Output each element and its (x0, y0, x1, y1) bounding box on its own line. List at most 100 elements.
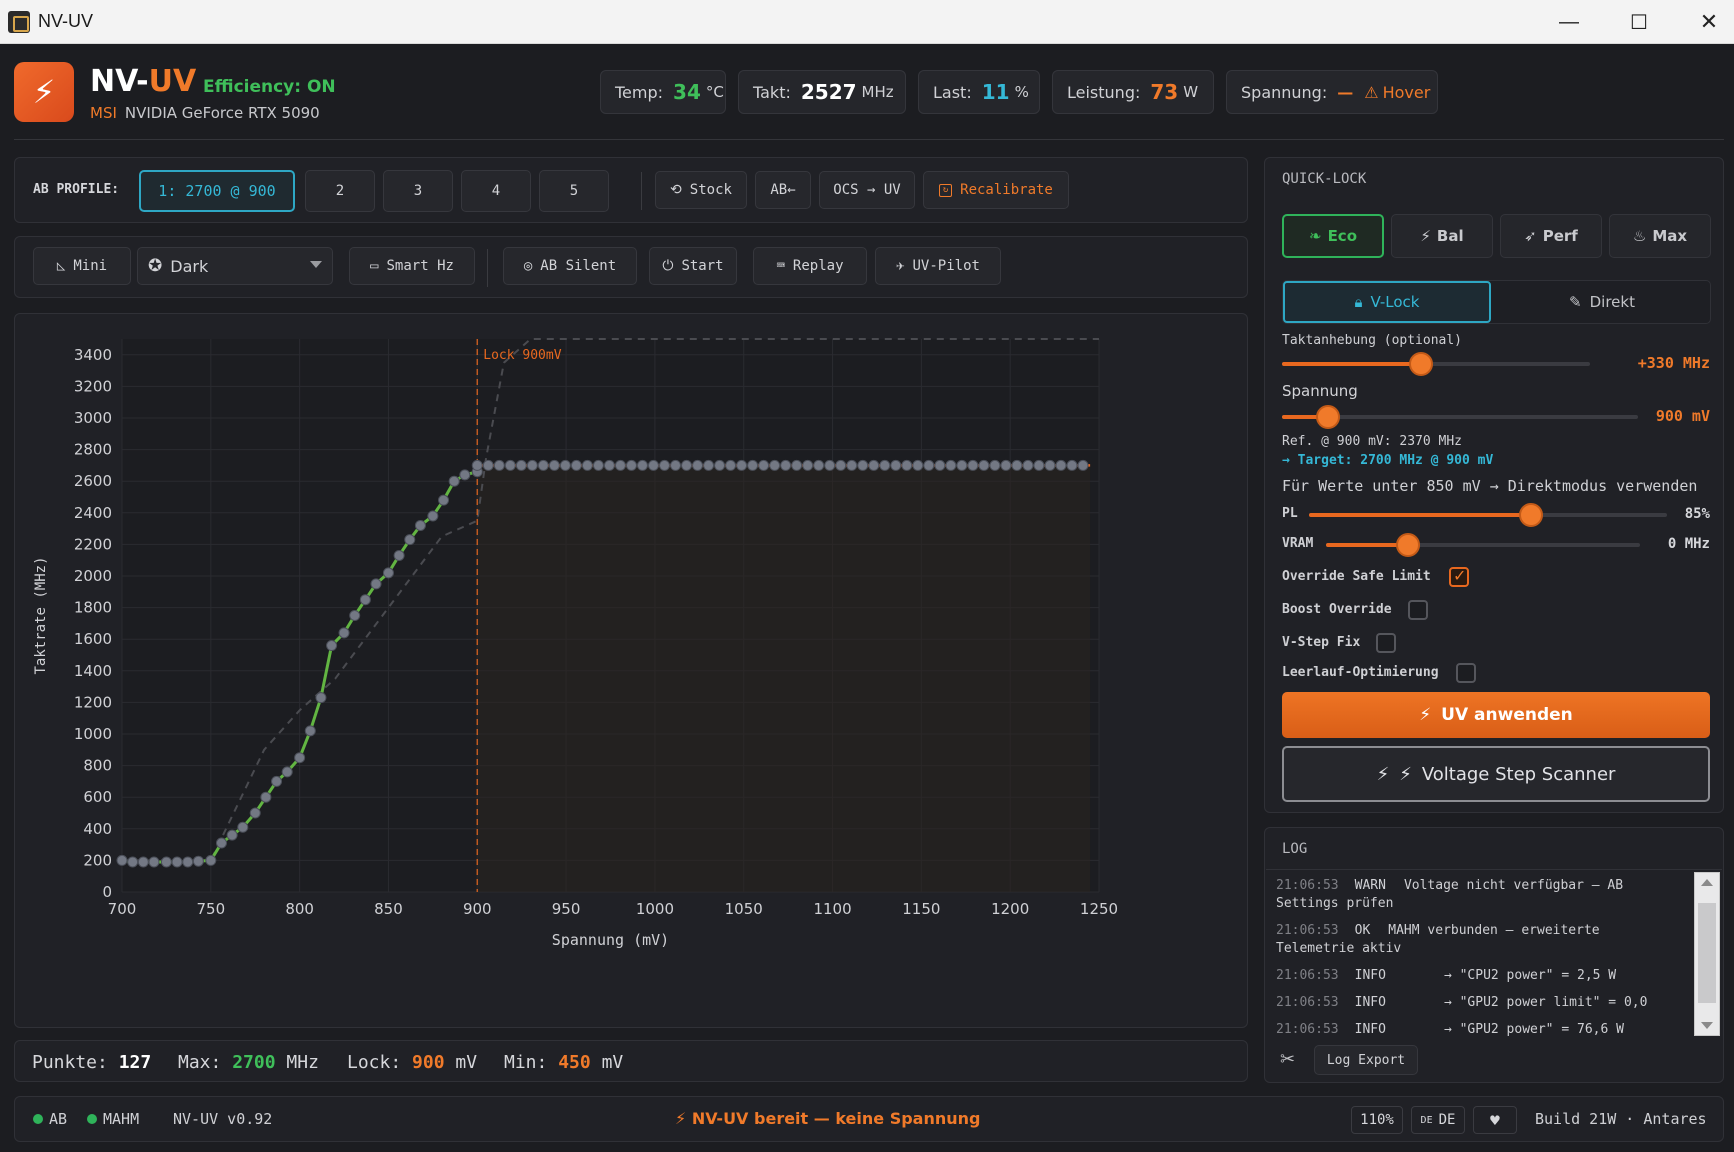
curve-point (260, 791, 272, 803)
profile-4-button[interactable]: 4 (461, 170, 531, 212)
clock-boost-slider[interactable] (1282, 352, 1590, 376)
vram-slider[interactable] (1326, 533, 1640, 557)
pl-label: PL (1282, 506, 1298, 521)
ab-silent-button[interactable]: ◎ AB Silent (503, 247, 637, 285)
override-safe-limit-checkbox[interactable] (1449, 566, 1469, 587)
curve-point (603, 459, 615, 471)
curve-point (559, 459, 571, 471)
boost-override-checkbox[interactable] (1408, 600, 1428, 620)
ref-text: Ref. @ 900 mV: 2370 MHz (1282, 434, 1463, 449)
log-entry: 21:06:53 INFO → "CPU2 power" = 2,5 W (1276, 968, 1617, 983)
stock-button[interactable]: ⟲ Stock (655, 171, 747, 209)
curve-point (370, 578, 382, 590)
bolt-icon: ⚡ (1376, 763, 1390, 785)
curve-point (515, 459, 527, 471)
idle-optimization-label: Leerlauf-Optimierung (1282, 665, 1439, 680)
curve-point (205, 854, 217, 866)
quicklock-title: QUICK-LOCK (1282, 171, 1367, 187)
v-step-fix-checkbox[interactable] (1376, 633, 1396, 653)
voltage-slider[interactable] (1282, 405, 1638, 429)
uv-pilot-button[interactable]: ✈ UV-Pilot (875, 247, 1001, 285)
curve-chart[interactable]: 700 750 800 850 900 950 1000 1050 1100 1150 1200 12… (14, 313, 1248, 1028)
title-bar: NV-UV — ☐ ✕ (0, 0, 1734, 44)
divider (641, 172, 642, 210)
y-tick-label: 2800 (74, 441, 112, 459)
window-title: NV-UV (38, 11, 94, 31)
direkt-tab[interactable]: ✎ Direkt (1494, 281, 1710, 323)
apply-uv-button[interactable]: ⚡ UV anwenden (1282, 692, 1710, 738)
y-tick-label: 800 (83, 757, 112, 775)
replay-button[interactable]: ⌨ Replay (753, 247, 867, 285)
close-button[interactable]: ✕ (1674, 0, 1734, 44)
x-tick-label: 1150 (902, 900, 940, 918)
maximize-button[interactable]: ☐ (1604, 0, 1674, 44)
curve-point (692, 459, 704, 471)
slider-handle[interactable] (1518, 503, 1543, 527)
x-tick-label: 1000 (636, 900, 674, 918)
curve-point (493, 459, 505, 471)
idle-optimization-checkbox[interactable] (1456, 663, 1476, 683)
curve-point (404, 534, 416, 546)
curve-point (182, 856, 194, 868)
zoom-level[interactable]: 110% (1351, 1106, 1403, 1134)
pl-slider[interactable] (1309, 503, 1667, 527)
log-entry: 21:06:53 INFO → "GPU2 power limit" = 0,0 (1276, 995, 1648, 1010)
curve-point (504, 459, 516, 471)
curve-point (901, 459, 913, 471)
curve-point (890, 459, 902, 471)
v-lock-tab[interactable]: 🔒︎ V-Lock (1283, 281, 1491, 323)
scroll-thumb[interactable] (1698, 903, 1716, 1003)
start-button[interactable]: ⏻ Start (649, 247, 737, 285)
language-select[interactable]: DE DE (1411, 1106, 1465, 1134)
curve-point (438, 494, 450, 506)
log-export-button[interactable]: Log Export (1314, 1045, 1418, 1075)
profile-bar: AB PROFILE: 1: 2700 @ 900 2 3 4 5 ⟲ Stock… (14, 157, 1248, 223)
chart-canvas[interactable]: 700 750 800 850 900 950 1000 1050 1100 1150 1200 12… (15, 314, 1249, 1029)
power-icon: ⏻ (662, 258, 674, 274)
scroll-down-icon[interactable] (1701, 1022, 1713, 1029)
smart-hz-button[interactable]: ▭ Smart Hz (349, 247, 475, 285)
y-tick-label: 2600 (74, 472, 112, 490)
curve-point (171, 856, 183, 868)
y-tick-label: 600 (83, 788, 112, 806)
preset-max-button[interactable]: ♨ Max (1609, 214, 1711, 258)
curve-point (427, 510, 439, 522)
ocs-uv-button[interactable]: OCS → UV (819, 171, 915, 209)
profile-3-button[interactable]: 3 (383, 170, 453, 212)
mini-button[interactable]: ◺ Mini (33, 247, 131, 285)
curve-point (647, 459, 659, 471)
divider (487, 249, 488, 287)
preset-bal-button[interactable]: ⚡ Bal (1391, 214, 1493, 258)
heart-icon[interactable]: ♥ (1473, 1106, 1517, 1134)
curve-point (758, 459, 770, 471)
profile-1-button[interactable]: 1: 2700 @ 900 (139, 170, 295, 212)
curve-point (791, 459, 803, 471)
profile-2-button[interactable]: 2 (305, 170, 375, 212)
curve-point (967, 459, 979, 471)
vram-label: VRAM (1282, 536, 1314, 551)
voltage-step-scanner-button[interactable]: ⚡ ⚡ Voltage Step Scanner (1282, 746, 1710, 802)
theme-select[interactable]: ✪ Dark (137, 247, 333, 285)
curve-point (868, 459, 880, 471)
min-stat: Min: 450 mV (504, 1052, 624, 1073)
recalibrate-button[interactable]: ↻ Recalibrate (923, 171, 1069, 209)
tools-icon[interactable]: ✂ (1280, 1049, 1295, 1070)
log-scrollbar[interactable] (1694, 872, 1720, 1036)
curve-point (382, 567, 394, 579)
preset-eco-button[interactable]: ❧ Eco (1282, 214, 1384, 258)
curve-point (923, 459, 935, 471)
x-tick-label: 1250 (1080, 900, 1118, 918)
preset-perf-button[interactable]: ➶ Perf (1500, 214, 1602, 258)
voltage-stat[interactable]: Spannung: — ⚠ Hover (1226, 70, 1438, 114)
temp-stat: Temp: 34 °C (600, 70, 726, 114)
slider-handle[interactable] (1408, 352, 1433, 376)
profile-5-button[interactable]: 5 (539, 170, 609, 212)
minimize-button[interactable]: — (1534, 0, 1604, 44)
slider-handle[interactable] (1395, 533, 1420, 557)
y-axis-label: Taktrate (MHz) (33, 556, 49, 674)
boost-override-label: Boost Override (1282, 602, 1392, 617)
curve-point (548, 459, 560, 471)
scroll-up-icon[interactable] (1701, 879, 1713, 886)
ab-back-button[interactable]: AB← (755, 171, 811, 209)
curve-point (192, 855, 204, 867)
